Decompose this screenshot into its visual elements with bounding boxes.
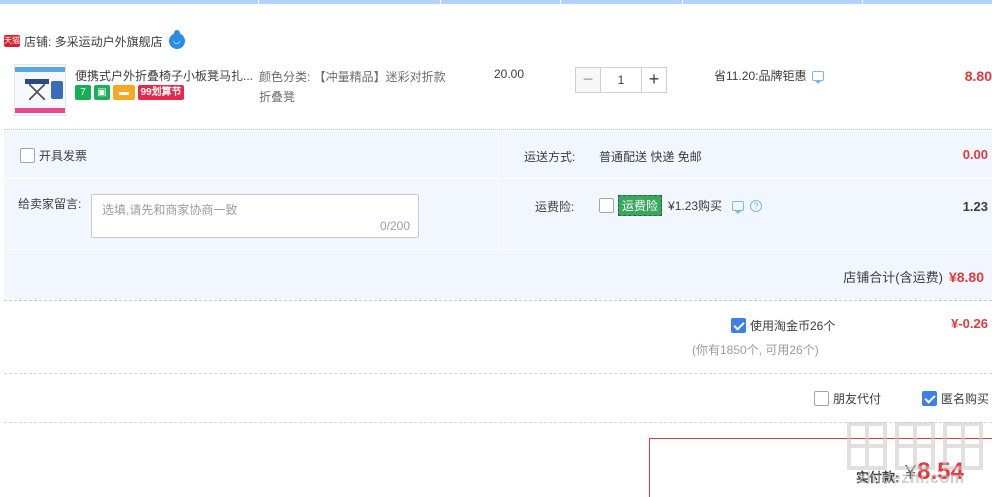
item-subtotal: 8.80 bbox=[964, 68, 992, 84]
unit-price: 20.00 bbox=[493, 67, 524, 81]
message-char-count: 0/200 bbox=[379, 219, 410, 233]
anonymous-buy-checkbox[interactable] bbox=[922, 391, 937, 406]
message-label: 给卖家留言: bbox=[18, 197, 82, 211]
friend-pay-checkbox[interactable] bbox=[814, 391, 829, 406]
anonymous-buy-label: 匿名购买 bbox=[941, 392, 990, 406]
message-placeholder: 选填,请先和商家协商一致 bbox=[102, 203, 238, 217]
quantity-stepper: − 1 + bbox=[575, 67, 667, 93]
discount-info: 省11.20:品牌钜惠 bbox=[714, 67, 825, 84]
friend-pay-label: 朋友代付 bbox=[833, 392, 882, 406]
panel-divider bbox=[4, 249, 992, 250]
shop-total-value: ¥8.80 bbox=[948, 269, 984, 285]
shop-total-label: 店铺合计(含运费) bbox=[843, 270, 943, 285]
coin-section: 使用淘金币26个 (你有1850个, 可用26个) ¥-0.26 bbox=[4, 300, 992, 374]
insurance-tag: 运费险 bbox=[618, 195, 663, 216]
product-thumbnail[interactable] bbox=[14, 64, 66, 116]
top-divider-ticks bbox=[0, 0, 992, 4]
shipping-method[interactable]: 普通配送 快递 免邮 bbox=[599, 148, 702, 165]
help-icon[interactable]: ? bbox=[750, 199, 763, 212]
insurance-option: 运费险 ¥1.23购买 ? bbox=[599, 195, 763, 216]
sku-spec: 颜色分类: 【冲量精品】迷彩对折款折叠凳 bbox=[259, 70, 446, 104]
quantity-input[interactable]: 1 bbox=[601, 67, 641, 93]
invoice-option[interactable]: 开具发票 bbox=[20, 147, 87, 164]
coin-checkbox[interactable] bbox=[731, 318, 746, 333]
discount-text: 省11.20:品牌钜惠 bbox=[714, 69, 807, 83]
coin-discount: ¥-0.26 bbox=[951, 316, 988, 331]
insurance-checkbox[interactable] bbox=[599, 198, 614, 213]
panel-divider bbox=[498, 131, 499, 249]
watermark-logo bbox=[847, 422, 983, 470]
shipping-price: 0.00 bbox=[962, 147, 988, 162]
comment-icon[interactable] bbox=[812, 70, 825, 84]
panel-divider bbox=[4, 178, 992, 179]
insurance-label: 运费险: bbox=[535, 200, 575, 214]
watermark-text: zhidezhi.com bbox=[858, 470, 965, 487]
shipping-label: 运送方式: bbox=[524, 150, 576, 164]
shop-name[interactable]: 店铺: 多采运动户外旗舰店 bbox=[24, 33, 163, 50]
extra-options: 朋友代付 匿名购买 bbox=[4, 375, 992, 423]
anonymous-buy-option[interactable]: 匿名购买 bbox=[922, 390, 989, 407]
friend-pay-option[interactable]: 朋友代付 bbox=[814, 390, 881, 407]
decrease-button[interactable]: − bbox=[575, 67, 601, 93]
coin-option[interactable]: 使用淘金币26个 bbox=[731, 317, 835, 334]
wangwang-chat-icon[interactable]: ◡ bbox=[168, 30, 185, 49]
comment-icon[interactable] bbox=[732, 200, 745, 214]
credit-card-icon: ▬ bbox=[113, 85, 135, 100]
gift-icon: ▣ bbox=[94, 85, 110, 100]
seller-message-input[interactable]: 选填,请先和商家协商一致 0/200 bbox=[91, 194, 419, 238]
shop-row: 天猫 店铺: 多采运动户外旗舰店 ◡ bbox=[4, 30, 185, 52]
insurance-price-text: ¥1.23购买 bbox=[668, 199, 723, 213]
tmall-badge: 天猫 bbox=[4, 35, 20, 47]
promo-icons: 7 ▣ ▬ 99划算节 bbox=[75, 85, 184, 100]
increase-button[interactable]: + bbox=[641, 67, 667, 93]
coin-note: (你有1850个, 可用26个) bbox=[692, 343, 819, 357]
invoice-label: 开具发票 bbox=[39, 149, 88, 163]
99-festival-icon: 99划算节 bbox=[138, 85, 184, 100]
insurance-price: 1.23 bbox=[962, 199, 988, 214]
shop-total: 店铺合计(含运费) ¥8.80 bbox=[843, 267, 984, 286]
product-title[interactable]: 便携式户外折叠椅子小板凳马扎... bbox=[75, 67, 255, 84]
order-item-row: 便携式户外折叠椅子小板凳马扎... 7 ▣ ▬ 99划算节 颜色分类: 【冲量精… bbox=[4, 56, 992, 130]
coin-label: 使用淘金币26个 bbox=[750, 319, 836, 333]
order-options-panel: 开具发票 运送方式: 普通配送 快递 免邮 0.00 给卖家留言: 选填,请先和… bbox=[4, 131, 992, 299]
invoice-checkbox[interactable] bbox=[20, 148, 35, 163]
seven-day-return-icon: 7 bbox=[75, 85, 91, 100]
